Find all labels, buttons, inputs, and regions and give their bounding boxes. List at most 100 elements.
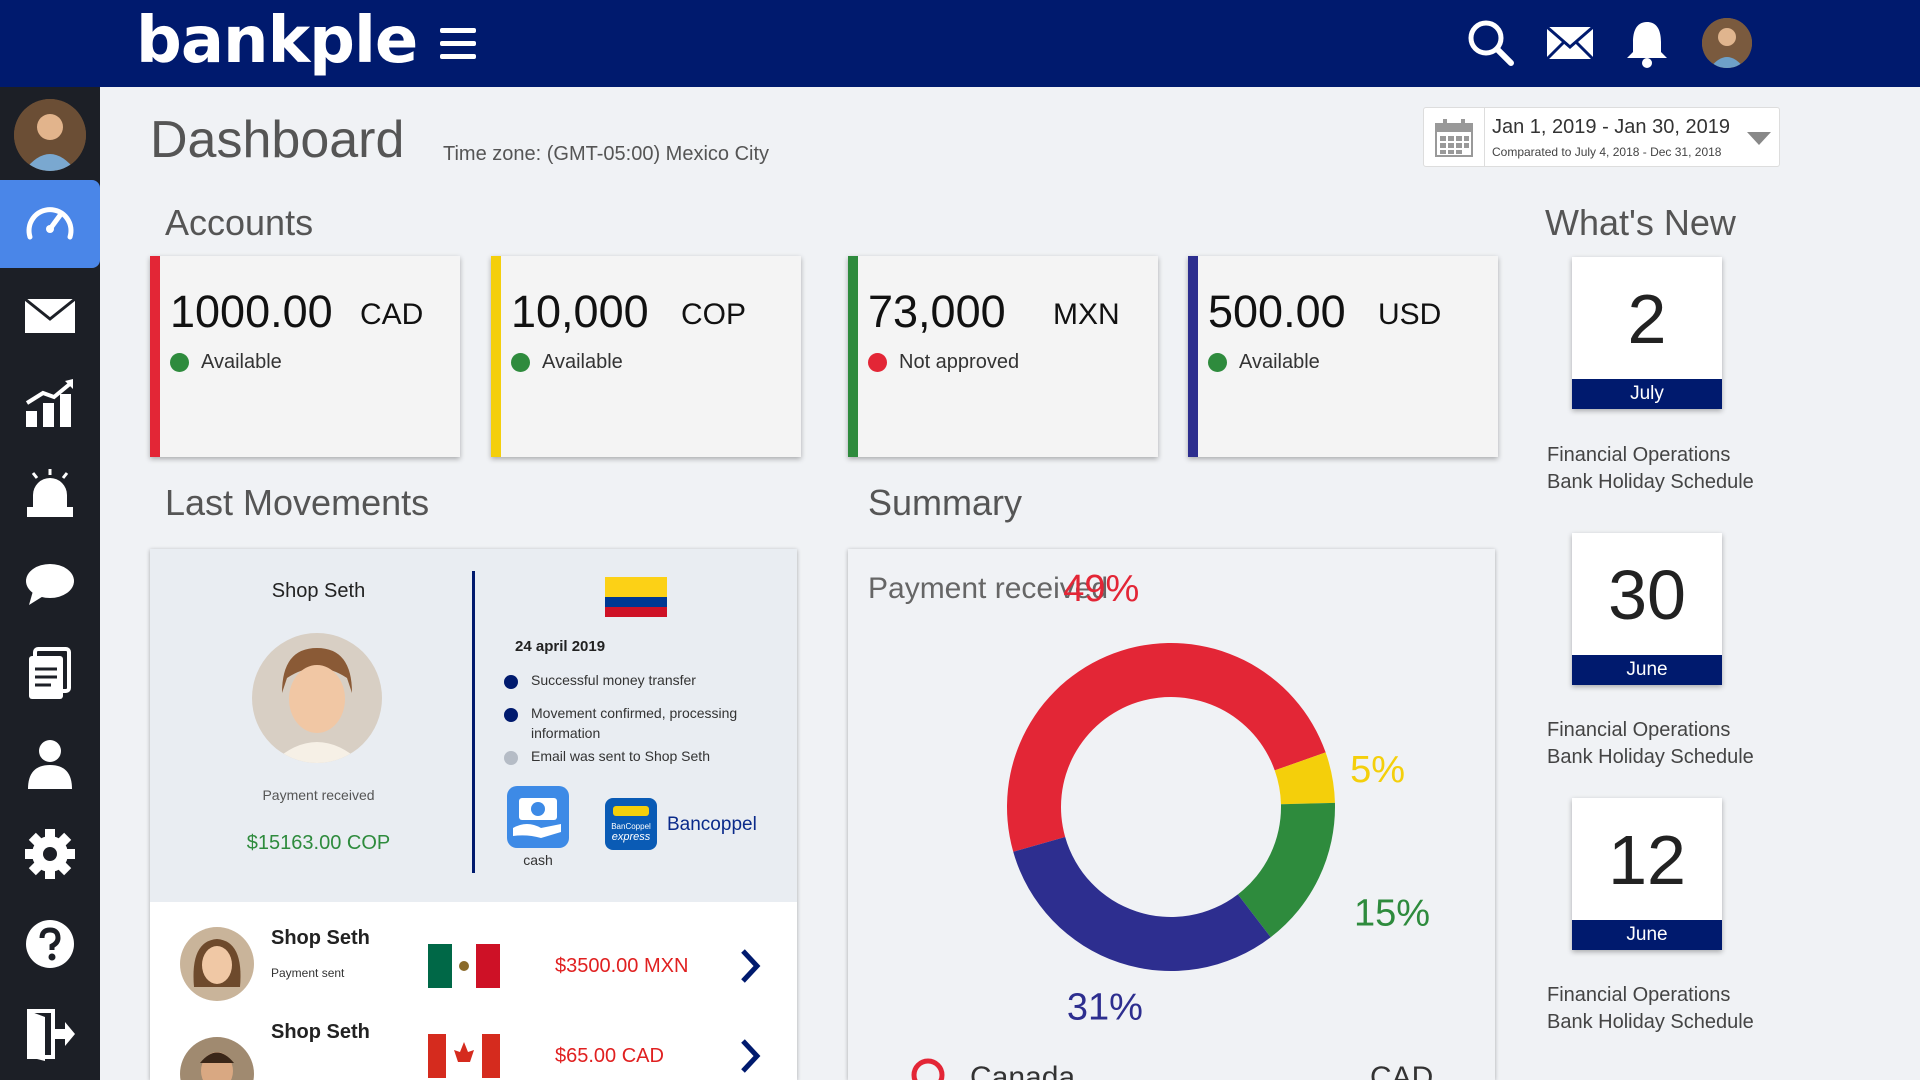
sidebar-item-help[interactable] — [0, 900, 100, 988]
whats-new-text[interactable]: Financial Operations Bank Holiday Schedul… — [1547, 982, 1754, 1036]
search-icon[interactable] — [1466, 18, 1516, 68]
chevron-right-icon[interactable] — [735, 1036, 765, 1076]
whats-new-month: June — [1572, 920, 1722, 950]
movements-list: Shop Seth Payment sent $3500.00 MXN Shop… — [150, 902, 797, 1080]
sidebar-item-reports[interactable] — [0, 360, 100, 448]
donut-label-3: 31% — [1067, 986, 1143, 1028]
row-name: Shop Seth — [271, 927, 370, 949]
sidebar-item-settings[interactable] — [0, 810, 100, 898]
bell-icon[interactable] — [1622, 18, 1672, 68]
account-currency: CAD — [360, 298, 424, 331]
date-range-compare: Comparated to July 4, 2018 - Dec 31, 201… — [1492, 145, 1722, 159]
user-avatar[interactable] — [1702, 18, 1752, 68]
bancoppel-label: Bancoppel — [667, 814, 757, 835]
whats-new-text[interactable]: Financial Operations Bank Holiday Schedul… — [1547, 442, 1754, 496]
bankple-logo[interactable]: bankple — [136, 4, 418, 78]
step-text: Movement confirmed, processing informatio… — [531, 705, 738, 741]
sidebar-item-chat[interactable] — [0, 540, 100, 628]
mexico-flag-icon — [428, 944, 500, 988]
user-icon — [28, 740, 72, 789]
whats-new-line1: Financial Operations — [1547, 984, 1731, 1006]
sidebar-item-logout[interactable] — [0, 990, 100, 1078]
colombia-flag-icon — [605, 577, 667, 617]
whats-new-day: 12 — [1608, 821, 1686, 899]
row-name: Shop Seth — [271, 1021, 370, 1043]
whats-new-line2: Bank Holiday Schedule — [1547, 746, 1754, 768]
account-amount: 500.00 — [1208, 286, 1346, 337]
account-status-label: Available — [201, 351, 282, 373]
cash-label: cash — [523, 852, 553, 868]
mail-icon — [24, 297, 76, 333]
whats-new-line1: Financial Operations — [1547, 719, 1731, 741]
list-item[interactable]: Shop Seth Payment sent $3500.00 MXN — [150, 902, 797, 1014]
sidebar — [0, 87, 100, 1080]
account-card-usd[interactable]: 500.00 USD Available — [1188, 256, 1498, 457]
avatar — [180, 1037, 254, 1080]
movement-detail[interactable]: Shop Seth Payment received $15163.00 COP… — [150, 549, 797, 902]
donut-slice-0 — [1007, 643, 1326, 852]
accounts-title: Accounts — [165, 202, 314, 243]
cash-icon[interactable] — [507, 786, 569, 848]
whats-new-line2: Bank Holiday Schedule — [1547, 1011, 1754, 1033]
sidebar-item-profile[interactable] — [0, 720, 100, 808]
donut-label-1: 5% — [1350, 749, 1405, 791]
legend-country: Canada — [970, 1061, 1076, 1080]
account-status: Available — [1208, 351, 1320, 374]
date-range-picker[interactable]: Jan 1, 2019 - Jan 30, 2019 Comparated to… — [1423, 107, 1780, 167]
whats-new-card[interactable]: 2 July — [1572, 257, 1722, 409]
mail-icon[interactable] — [1545, 18, 1595, 68]
chart-growth-icon — [25, 379, 73, 427]
step-text: Successful money transfer — [531, 672, 696, 688]
location-pin-icon — [911, 1058, 945, 1080]
document-icon — [29, 647, 71, 699]
menu-icon[interactable] — [440, 28, 476, 60]
whats-new-text[interactable]: Financial Operations Bank Holiday Schedul… — [1547, 717, 1754, 771]
account-amount: 10,000 — [511, 286, 649, 337]
timeline-divider — [472, 571, 475, 873]
status-dot-icon — [170, 353, 189, 372]
whats-new-card[interactable]: 12 June — [1572, 798, 1722, 950]
canada-flag-icon — [428, 1034, 500, 1078]
sidebar-item-dashboard[interactable] — [0, 180, 100, 268]
whats-new-card[interactable]: 30 June — [1572, 533, 1722, 685]
step-dot-icon — [504, 708, 518, 722]
timezone-label: Time zone: (GMT-05:00) Mexico City — [443, 143, 770, 165]
calendar-icon — [1435, 119, 1473, 157]
account-card-cop[interactable]: 10,000 COP Available — [491, 256, 801, 457]
sidebar-item-documents[interactable] — [0, 630, 100, 718]
detail-date: 24 april 2019 — [515, 638, 606, 655]
gear-icon — [25, 829, 75, 879]
row-amount: $65.00 CAD — [555, 1045, 664, 1067]
last-movements-panel: Shop Seth Payment received $15163.00 COP… — [150, 549, 797, 1080]
list-item[interactable]: Shop Seth $65.00 CAD — [150, 1014, 797, 1080]
whats-new-day: 2 — [1627, 280, 1667, 358]
summary-panel: Payment received 49% 5% 15% 31% Canada CAD — [848, 549, 1495, 1080]
account-card-cad[interactable]: 1000.00 CAD Available — [150, 256, 460, 457]
sidebar-item-alerts[interactable] — [0, 450, 100, 538]
detail-avatar — [252, 633, 382, 763]
legend-currency: CAD — [1370, 1061, 1434, 1080]
step-dot-icon — [504, 675, 518, 689]
status-dot-icon — [511, 353, 530, 372]
bancoppel-logo-icon[interactable]: BanCoppel express — [605, 798, 657, 850]
detail-name: Shop Seth — [271, 580, 366, 602]
row-sub: Payment sent — [271, 966, 345, 980]
whats-new-line2: Bank Holiday Schedule — [1547, 471, 1754, 493]
detail-amount: $15163.00 COP — [246, 832, 391, 854]
account-status: Not approved — [868, 351, 1019, 374]
speedometer-icon — [26, 207, 74, 240]
dropdown-caret-icon[interactable] — [1747, 132, 1771, 145]
account-status: Available — [170, 351, 282, 374]
row-amount: $3500.00 MXN — [555, 955, 689, 977]
account-status-label: Not approved — [899, 351, 1020, 373]
sidebar-item-messages[interactable] — [0, 271, 100, 359]
chevron-right-icon[interactable] — [735, 946, 765, 986]
donut-label-2: 15% — [1354, 893, 1430, 935]
whats-new-line1: Financial Operations — [1547, 444, 1731, 466]
detail-label: Payment received — [262, 787, 375, 803]
logout-icon — [27, 1009, 75, 1061]
account-card-mxn[interactable]: 73,000 MXN Not approved — [848, 256, 1158, 457]
account-currency: COP — [681, 298, 747, 331]
help-icon — [26, 920, 74, 968]
sidebar-avatar[interactable] — [14, 99, 86, 171]
